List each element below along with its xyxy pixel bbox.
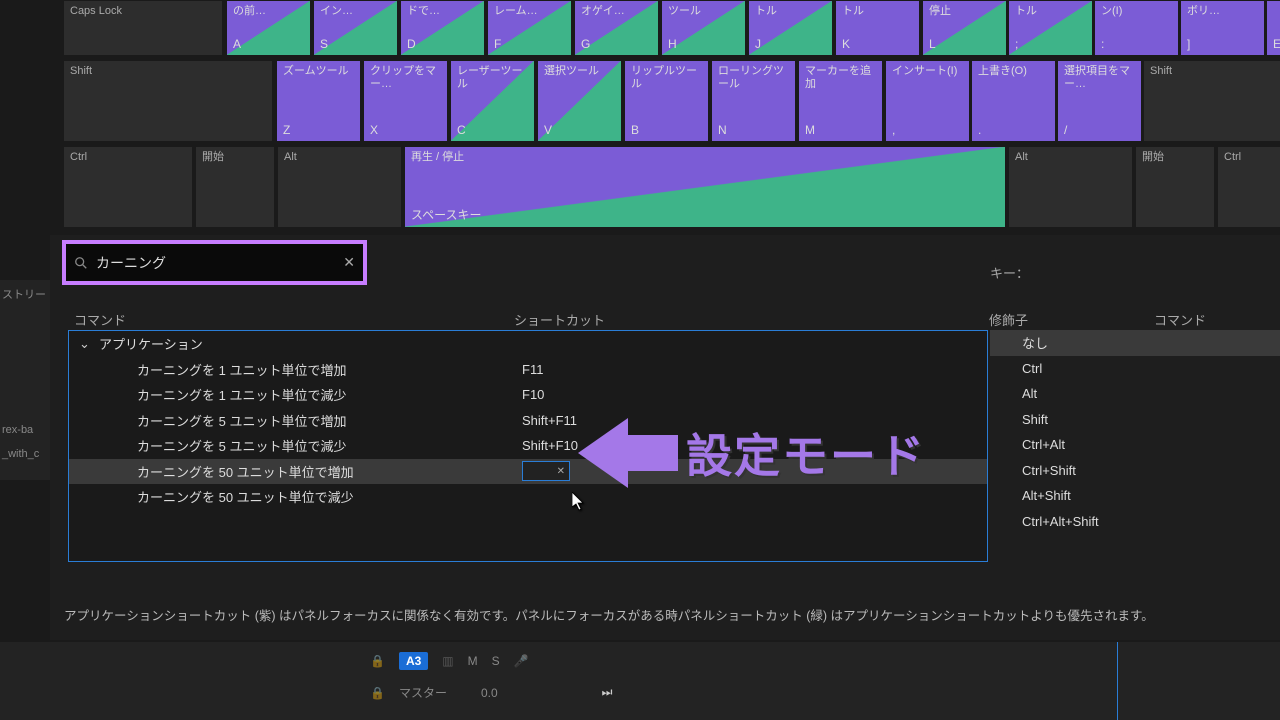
keyboard-key[interactable]: インサート(I), (885, 60, 970, 142)
command-row[interactable]: カーニングを 1 ユニット単位で減少F10 (69, 382, 987, 408)
clear-icon[interactable]: ✕ (557, 466, 565, 477)
mouse-cursor (572, 492, 586, 512)
keyboard-key[interactable]: 選択ツールV (537, 60, 622, 142)
group-label: アプリケーション (99, 334, 532, 353)
keyboard-key[interactable]: ボリ…] (1180, 0, 1265, 56)
keyboard-key[interactable]: Caps Lock (63, 0, 223, 56)
keyboard-key[interactable]: ツールH (661, 0, 746, 56)
command-shortcut[interactable]: Shift+F10 (522, 438, 578, 453)
command-shortcut[interactable]: Shift+F11 (522, 413, 577, 428)
keyboard-key[interactable]: クリップをマー…X (363, 60, 448, 142)
skip-icon[interactable]: ⏭ (602, 685, 613, 700)
modifier-row[interactable]: Alt+Shift (990, 483, 1280, 509)
keyboard-key[interactable]: Ctrl (63, 146, 193, 228)
keyboard-key[interactable]: ローリングツールN (711, 60, 796, 142)
modifier-row[interactable]: Ctrl (990, 356, 1280, 382)
chevron-down-icon: ⌄ (79, 336, 91, 352)
modifier-row[interactable]: Ctrl+Shift (990, 458, 1280, 484)
keyboard-key[interactable]: 開始 (195, 146, 275, 228)
keyboard-key[interactable]: E (1266, 0, 1280, 56)
command-name: カーニングを 5 ユニット単位で減少 (137, 436, 522, 455)
keyboard-key[interactable]: Shift (63, 60, 273, 142)
arrow-body (628, 435, 678, 471)
annotation-text: 設定モード (686, 420, 926, 486)
help-text: アプリケーションショートカット (紫) はパネルフォーカスに関係なく有効です。パ… (64, 605, 1270, 624)
keyboard-key[interactable]: の前…A (226, 0, 311, 56)
keyboard-visual: Caps Lockの前…Aイン…Sドで…Dレーム…Fオゲイ…GツールHトルJトル… (0, 0, 1280, 235)
keyboard-key[interactable]: イン…S (313, 0, 398, 56)
search-icon (74, 256, 88, 270)
keyboard-key[interactable]: レーム…F (487, 0, 572, 56)
master-track-header[interactable]: 🔒 マスター 0.0 ⏭ (370, 684, 612, 701)
command-shortcut[interactable]: F11 (522, 362, 543, 377)
command-name: カーニングを 1 ユニット単位で減少 (137, 385, 522, 404)
header-command: コマンド (74, 310, 514, 329)
keyboard-key[interactable]: Alt (1008, 146, 1133, 228)
keyboard-key[interactable]: 開始 (1135, 146, 1215, 228)
modifier-row[interactable]: Shift (990, 407, 1280, 433)
audio-track-header[interactable]: 🔒 A3 ▥ M S 🎤 (370, 652, 529, 670)
modifier-row[interactable]: なし (990, 330, 1280, 356)
keyboard-key[interactable]: トルJ (748, 0, 833, 56)
keyboard-key[interactable]: オゲイ…G (574, 0, 659, 56)
command-name: カーニングを 5 ユニット単位で増加 (137, 411, 522, 430)
header-modifier: 修飾子 (989, 310, 1154, 329)
keyboard-key[interactable]: ズームツールZ (276, 60, 361, 142)
modifier-row[interactable]: Ctrl+Alt+Shift (990, 509, 1280, 535)
command-name: カーニングを 50 ユニット単位で増加 (137, 462, 522, 481)
command-row[interactable]: カーニングを 1 ユニット単位で増加F11 (69, 357, 987, 383)
clear-search-icon[interactable]: ✕ (343, 254, 355, 271)
command-shortcut[interactable]: ✕ (522, 461, 570, 481)
modifier-list[interactable]: なしCtrlAltShiftCtrl+AltCtrl+ShiftAlt+Shif… (990, 330, 1280, 534)
modifier-row[interactable]: Alt (990, 381, 1280, 407)
modifier-row[interactable]: Ctrl+Alt (990, 432, 1280, 458)
command-name: カーニングを 1 ユニット単位で増加 (137, 360, 522, 379)
sync-icon[interactable]: ▥ (442, 654, 453, 668)
keyboard-key[interactable]: マーカーを追加M (798, 60, 883, 142)
keyboard-key[interactable]: トル; (1008, 0, 1093, 56)
keys-label: キー： (990, 263, 1029, 282)
header-command2: コマンド (1154, 310, 1206, 329)
master-value[interactable]: 0.0 (481, 686, 498, 700)
keyboard-key[interactable]: レーザーツールC (450, 60, 535, 142)
command-shortcut[interactable]: F10 (522, 387, 544, 402)
voice-icon[interactable]: 🎤 (514, 654, 529, 668)
column-headers: コマンド ショートカット 修飾子 コマンド (74, 310, 1280, 329)
track-badge-a3[interactable]: A3 (399, 652, 428, 670)
master-label: マスター (399, 684, 447, 701)
header-shortcut: ショートカット (514, 310, 989, 329)
keyboard-key[interactable]: Shift (1143, 60, 1280, 142)
timeline-strip: 🔒 A3 ▥ M S 🎤 🔒 マスター 0.0 ⏭ (0, 642, 1280, 720)
lock-icon[interactable]: 🔒 (370, 654, 385, 668)
annotation-overlay: 設定モード (578, 418, 926, 488)
keyboard-key[interactable]: 再生 / 停止スペースキー (404, 146, 1006, 228)
search-field-highlight: ✕ (62, 240, 367, 285)
arrow-left-icon (578, 418, 628, 488)
keyboard-key[interactable]: リップルツールB (624, 60, 709, 142)
keyboard-key[interactable]: Ctrl (1217, 146, 1280, 228)
mute-button[interactable]: M (468, 654, 478, 668)
lock-icon[interactable]: 🔒 (370, 686, 385, 700)
command-group-row[interactable]: ⌄ アプリケーション (69, 331, 987, 357)
keyboard-key[interactable]: Alt (277, 146, 402, 228)
keyboard-key[interactable]: 停止L (922, 0, 1007, 56)
left-panel-peek: ストリー rex-ba _with_c (0, 280, 50, 480)
keyboard-key[interactable]: トルK (835, 0, 920, 56)
solo-button[interactable]: S (492, 654, 500, 668)
command-name: カーニングを 50 ユニット単位で減少 (137, 487, 522, 506)
keyboard-key[interactable]: ドで…D (400, 0, 485, 56)
search-input[interactable] (96, 255, 343, 271)
keyboard-key[interactable]: 上書き(O). (971, 60, 1056, 142)
shortcut-input[interactable]: ✕ (522, 461, 570, 481)
keyboard-key[interactable]: ン(I): (1094, 0, 1179, 56)
playhead[interactable] (1117, 642, 1118, 720)
keyboard-key[interactable]: 選択項目をマー…/ (1057, 60, 1142, 142)
